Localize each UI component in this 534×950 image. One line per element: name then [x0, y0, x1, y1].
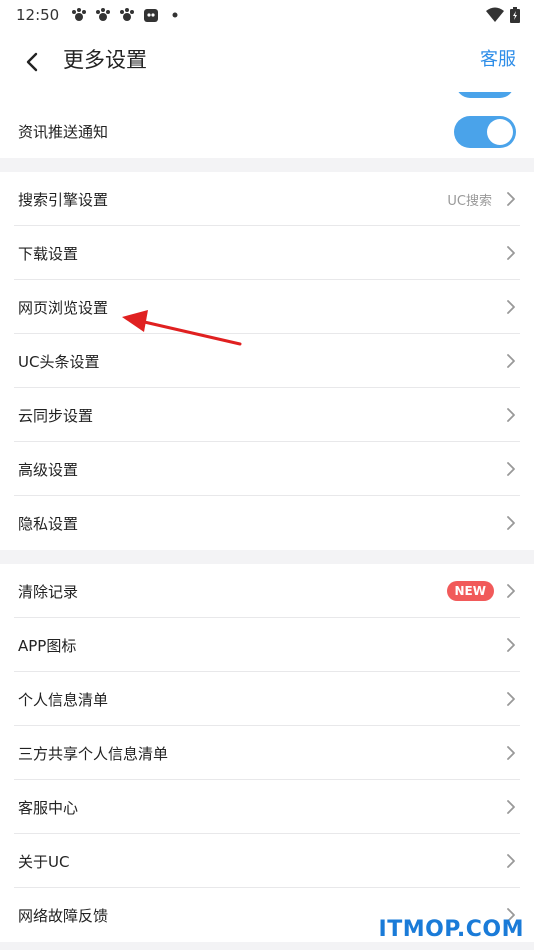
notification-group: 资讯推送通知: [0, 104, 534, 158]
chevron-right-icon: [507, 584, 515, 598]
paw-notification-icon: [119, 7, 135, 23]
row-label: 隐私设置: [18, 514, 79, 533]
download-settings-row[interactable]: 下载设置: [0, 226, 534, 280]
about-uc-row[interactable]: 关于UC: [0, 834, 534, 888]
row-label: UC头条设置: [18, 352, 100, 371]
row-label: 客服中心: [18, 798, 79, 817]
chevron-right-icon: [507, 246, 515, 260]
app-notification-icon: [143, 7, 159, 23]
customer-center-row[interactable]: 客服中心: [0, 780, 534, 834]
chevron-right-icon: [507, 800, 515, 814]
row-label: 搜索引擎设置: [18, 190, 109, 209]
chevron-right-icon: [507, 408, 515, 422]
top-bar: 更多设置 客服: [0, 30, 534, 92]
row-label: 个人信息清单: [18, 690, 109, 709]
toggle-switch[interactable]: [456, 92, 514, 98]
customer-service-button[interactable]: 客服: [480, 46, 516, 74]
web-browsing-settings-row[interactable]: 网页浏览设置: [0, 280, 534, 334]
search-engine-settings-row[interactable]: 搜索引擎设置 UC搜索: [0, 172, 534, 226]
settings-group: 搜索引擎设置 UC搜索 下载设置 网页浏览设置 UC头条设置 云同步设置 高级设…: [0, 172, 534, 550]
watermark-logo: ITMOP.COM: [378, 917, 524, 942]
row-label: 下载设置: [18, 244, 79, 263]
chevron-right-icon: [507, 692, 515, 706]
row-label: 网页浏览设置: [18, 298, 109, 317]
chevron-right-icon: [507, 462, 515, 476]
chevron-right-icon: [507, 516, 515, 530]
info-group: 清除记录 NEW APP图标 个人信息清单 三方共享个人信息清单 客服中心 关于…: [0, 564, 534, 942]
push-notification-label: 资讯推送通知: [18, 122, 109, 141]
row-label: APP图标: [18, 636, 77, 655]
back-button[interactable]: [18, 48, 46, 76]
chevron-left-icon: [26, 52, 38, 72]
paw-notification-icon: [95, 7, 111, 23]
advanced-settings-row[interactable]: 高级设置: [0, 442, 534, 496]
new-badge: NEW: [446, 581, 494, 601]
chevron-right-icon: [507, 300, 515, 314]
uc-headline-settings-row[interactable]: UC头条设置: [0, 334, 534, 388]
privacy-settings-row[interactable]: 隐私设置: [0, 496, 534, 550]
push-notification-toggle[interactable]: [454, 116, 516, 148]
row-label: 云同步设置: [18, 406, 94, 425]
paw-notification-icon: [71, 7, 87, 23]
chevron-right-icon: [507, 638, 515, 652]
chevron-right-icon: [507, 354, 515, 368]
app-icon-row[interactable]: APP图标: [0, 618, 534, 672]
more-dot-icon: [167, 7, 183, 23]
toggle-knob: [487, 119, 513, 145]
push-notification-row[interactable]: 资讯推送通知: [0, 104, 534, 158]
clear-records-row[interactable]: 清除记录 NEW: [0, 564, 534, 618]
scrolled-row-partial: [0, 92, 534, 104]
row-label: 网络故障反馈: [18, 906, 109, 925]
chevron-right-icon: [507, 746, 515, 760]
battery-icon: [510, 7, 520, 27]
status-bar: 12:50: [0, 0, 534, 30]
row-label: 高级设置: [18, 460, 79, 479]
third-party-sharing-list-row[interactable]: 三方共享个人信息清单: [0, 726, 534, 780]
personal-info-list-row[interactable]: 个人信息清单: [0, 672, 534, 726]
row-label: 关于UC: [18, 852, 70, 871]
row-label: 清除记录: [18, 582, 79, 601]
chevron-right-icon: [507, 192, 515, 206]
status-time: 12:50: [16, 6, 60, 24]
search-engine-value: UC搜索: [447, 193, 492, 209]
chevron-right-icon: [507, 854, 515, 868]
row-label: 三方共享个人信息清单: [18, 744, 169, 763]
page-title: 更多设置: [63, 48, 147, 72]
wifi-icon: [486, 7, 504, 27]
cloud-sync-settings-row[interactable]: 云同步设置: [0, 388, 534, 442]
